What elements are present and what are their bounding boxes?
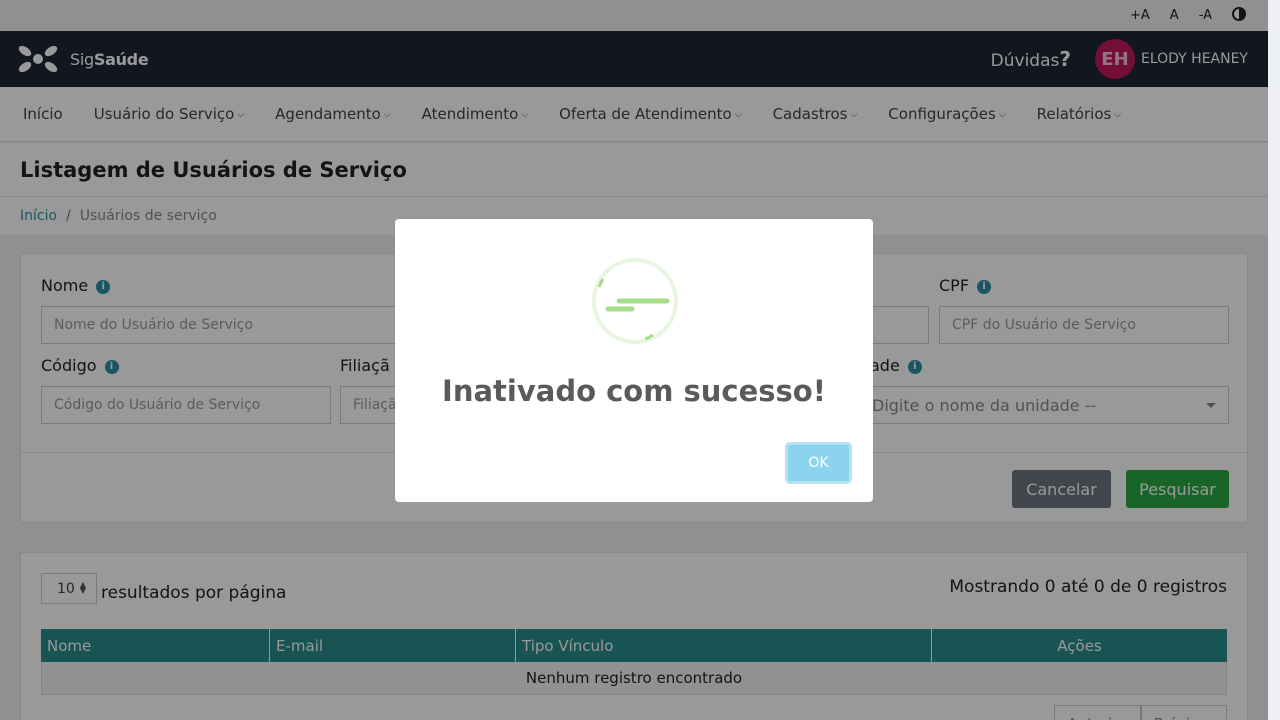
ok-button[interactable]: OK [785,442,852,484]
dialog-title: Inativado com sucesso! [442,374,826,408]
success-check-icon [592,258,678,344]
success-dialog: Inativado com sucesso! OK [395,219,873,502]
